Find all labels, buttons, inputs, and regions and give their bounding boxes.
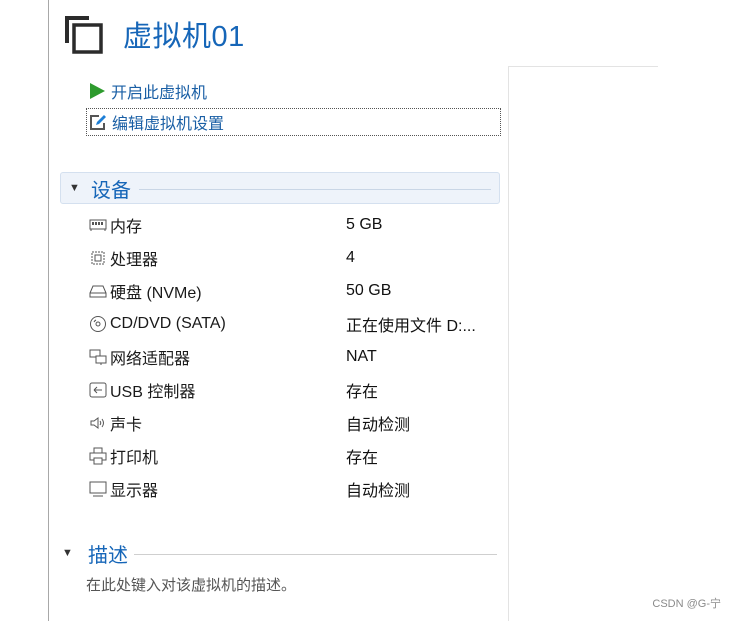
device-row-sound-card[interactable]: 声卡 自动检测 [88,406,508,439]
device-row-hard-disk[interactable]: 硬盘 (NVMe) 50 GB [88,274,508,307]
device-value: 存在 [346,383,379,401]
edit-vm-settings-label: 编辑虚拟机设置 [112,116,225,133]
device-row-usb-controller[interactable]: USB 控制器 存在 [88,373,508,406]
description-field[interactable]: 在此处键入对该虚拟机的描述。 [86,574,296,595]
watermark: CSDN @G-宁 [652,598,721,610]
device-name: 声卡 [110,416,143,434]
memory-icon [88,215,108,235]
section-rule [134,554,497,555]
devices-section-title: 设备 [91,179,131,202]
virtual-machine-icon [62,13,104,55]
panel-top-divider [508,66,658,67]
play-icon [86,80,108,102]
start-vm-link[interactable]: 开启此虚拟机 [86,80,207,102]
panel-divider [508,66,509,621]
device-value: 4 [346,248,355,266]
device-name: 网络适配器 [110,350,191,368]
monitor-icon [88,479,108,499]
start-vm-label: 开启此虚拟机 [111,85,208,102]
left-border [48,0,49,621]
device-name: USB 控制器 [110,383,196,401]
device-row-memory[interactable]: 内存 5 GB [88,208,508,241]
device-name: 打印机 [110,449,159,467]
device-name: 内存 [110,218,143,236]
device-name: CD/DVD (SATA) [110,314,226,332]
device-row-display[interactable]: 显示器 自动检测 [88,472,508,505]
description-section-header[interactable]: ▼ 描述 [62,541,497,567]
vm-title: 虚拟机01 [123,21,245,53]
vm-header: 虚拟机01 [62,12,245,56]
network-adapter-icon [88,347,108,367]
device-list: 内存 5 GB 处理器 4 硬盘 (NVMe) 50 GB CD/DVD (SA… [88,208,508,505]
description-section-title: 描述 [88,544,128,567]
printer-icon [88,446,108,466]
device-row-network-adapter[interactable]: 网络适配器 NAT [88,340,508,373]
hard-disk-icon [88,281,108,301]
device-row-cd-dvd[interactable]: CD/DVD (SATA) 正在使用文件 D:... [88,307,508,340]
device-row-processor[interactable]: 处理器 4 [88,241,508,274]
edit-settings-icon [87,111,109,133]
usb-icon [88,380,108,400]
device-row-printer[interactable]: 打印机 存在 [88,439,508,472]
edit-vm-settings-link[interactable]: 编辑虚拟机设置 [86,108,501,136]
device-value: 正在使用文件 D:... [346,317,476,335]
collapse-triangle-icon: ▼ [69,182,80,194]
device-value: NAT [346,347,377,365]
collapse-triangle-icon: ▼ [62,547,73,559]
device-value: 5 GB [346,215,383,233]
device-value: 50 GB [346,281,392,299]
devices-section-header[interactable]: ▼ 设备 [60,172,500,204]
device-name: 硬盘 (NVMe) [110,284,202,302]
device-name: 显示器 [110,482,159,500]
device-name: 处理器 [110,251,159,269]
speaker-icon [88,413,108,433]
cd-dvd-icon [88,314,108,334]
section-rule [139,188,491,190]
device-value: 存在 [346,449,379,467]
processor-icon [88,248,108,268]
device-value: 自动检测 [346,416,411,434]
device-value: 自动检测 [346,482,411,500]
